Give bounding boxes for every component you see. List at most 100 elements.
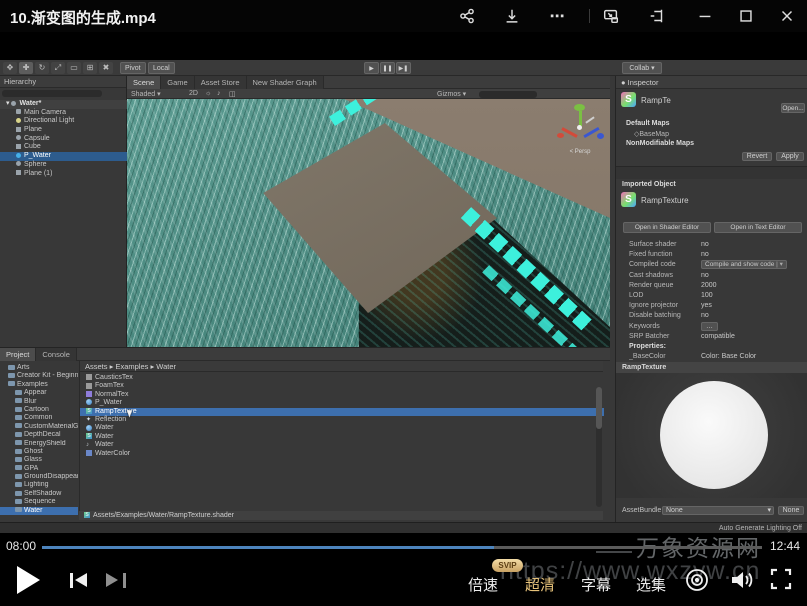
inspector-tab[interactable]: ● Inspector xyxy=(616,76,807,89)
file-item[interactable]: Water xyxy=(80,424,604,432)
bottom-tab[interactable]: Console xyxy=(36,348,77,361)
shading-dropdown[interactable]: Shaded ▾ xyxy=(131,90,161,98)
close-icon[interactable] xyxy=(776,6,798,26)
open-text-editor-button[interactable]: Open in Text Editor xyxy=(714,222,802,233)
folder-item[interactable]: Ghost xyxy=(0,448,78,456)
folder-item[interactable]: Sequence xyxy=(0,498,78,506)
speed-button[interactable]: 倍速 xyxy=(468,574,498,595)
folder-item[interactable]: Glass xyxy=(0,456,78,464)
view-tab[interactable]: Game xyxy=(161,76,194,89)
scene-search-input[interactable] xyxy=(479,91,537,98)
folder-item[interactable]: EnergyShield xyxy=(0,440,78,448)
view-tab[interactable]: Scene xyxy=(127,76,161,89)
download-icon[interactable] xyxy=(501,6,523,26)
folder-item[interactable]: Arts xyxy=(0,364,78,372)
folder-item[interactable]: Blur xyxy=(0,398,78,406)
video-area[interactable]: ✥ ✛ ↻ ⤢ ▭ ⊞ ✖ Pivot Local ▶ ❚❚ ▶❚ Collab… xyxy=(0,60,807,533)
scene-viewport[interactable]: < Persp xyxy=(127,99,610,347)
base-map-row[interactable]: ◇BaseMap xyxy=(634,130,669,138)
folder-item[interactable]: Lighting xyxy=(0,481,78,489)
scene-root-row[interactable]: ▾ Water* xyxy=(0,100,127,109)
hierarchy-tab[interactable]: Hierarchy xyxy=(0,76,126,88)
hierarchy-search-input[interactable] xyxy=(2,90,102,97)
transform-tool-icon[interactable]: ⊞ xyxy=(83,62,97,74)
play-button[interactable] xyxy=(17,566,40,594)
share-icon[interactable] xyxy=(456,6,478,26)
custom-tool-icon[interactable]: ✖ xyxy=(99,62,113,74)
rect-tool-icon[interactable]: ▭ xyxy=(67,62,81,74)
file-item[interactable]: Reflection xyxy=(80,416,604,424)
mini-window-icon[interactable] xyxy=(600,6,622,26)
next-button[interactable] xyxy=(104,573,126,589)
folder-item[interactable]: Cartoon xyxy=(0,406,78,414)
file-item[interactable]: Water xyxy=(80,441,604,449)
unity-step-button[interactable]: ▶❚ xyxy=(396,62,411,74)
file-item[interactable]: P_Water xyxy=(80,399,604,407)
preview-header[interactable]: RampTexture xyxy=(616,362,807,373)
unity-play-button[interactable]: ▶ xyxy=(364,62,379,74)
collab-button[interactable]: Collab ▾ xyxy=(622,62,662,74)
open-button[interactable]: Open... xyxy=(781,103,805,113)
orientation-gizmo[interactable]: < Persp xyxy=(552,101,608,159)
hierarchy-item[interactable]: Plane (1) xyxy=(0,170,127,179)
scale-tool-icon[interactable]: ⤢ xyxy=(51,62,65,74)
folder-item[interactable]: Creator Kit - Beginner xyxy=(0,372,78,380)
folder-item[interactable]: GPA xyxy=(0,465,78,473)
episodes-button[interactable]: 选集 xyxy=(636,574,666,595)
hierarchy-item[interactable]: Directional Light xyxy=(0,117,127,126)
gizmos-dropdown[interactable]: Gizmos ▾ xyxy=(437,90,466,98)
subtitle-button[interactable]: 字幕 xyxy=(581,574,611,595)
quality-button[interactable]: 超清 xyxy=(525,574,555,595)
previous-button[interactable] xyxy=(70,573,92,589)
rotate-tool-icon[interactable]: ↻ xyxy=(35,62,49,74)
folder-item[interactable]: SelfShadow xyxy=(0,490,78,498)
perspective-label[interactable]: < Persp xyxy=(552,149,608,155)
folder-item[interactable]: GroundDisappear xyxy=(0,473,78,481)
maximize-icon[interactable] xyxy=(735,6,757,26)
hierarchy-item[interactable]: Cube xyxy=(0,143,127,152)
file-item[interactable]: RampTexture xyxy=(80,408,604,416)
file-item[interactable]: WaterColor xyxy=(80,450,604,458)
folder-item[interactable]: Water xyxy=(0,507,78,515)
minimize-icon[interactable] xyxy=(694,6,716,26)
hierarchy-item[interactable]: Plane xyxy=(0,126,127,135)
hierarchy-item[interactable]: Main Camera xyxy=(0,109,127,118)
audio-toggle-icon[interactable]: ♪ xyxy=(217,90,221,97)
bottom-tab[interactable]: Project xyxy=(0,348,36,361)
volume-icon[interactable] xyxy=(727,567,755,598)
file-item[interactable]: Water xyxy=(80,433,604,441)
folder-item[interactable]: DepthDecal xyxy=(0,431,78,439)
dock-side-icon[interactable] xyxy=(646,6,668,26)
move-tool-icon[interactable]: ✛ xyxy=(19,62,33,74)
hierarchy-item[interactable]: Sphere xyxy=(0,161,127,170)
effects-toggle-icon[interactable]: ◫ xyxy=(229,90,236,98)
folder-item[interactable]: Examples xyxy=(0,381,78,389)
record-icon[interactable] xyxy=(684,567,710,598)
open-shader-editor-button[interactable]: Open in Shader Editor xyxy=(623,222,711,233)
hierarchy-item[interactable]: P_Water xyxy=(0,152,127,161)
project-scrollbar-thumb[interactable] xyxy=(596,387,602,429)
file-item[interactable]: CausticsTex xyxy=(80,374,604,382)
folder-item[interactable]: Common xyxy=(0,414,78,422)
file-item[interactable]: NormalTex xyxy=(80,391,604,399)
view-tab[interactable]: Asset Store xyxy=(195,76,247,89)
hierarchy-item[interactable]: Capsule xyxy=(0,135,127,144)
assetbundle-dropdown[interactable]: None▾ xyxy=(662,506,774,515)
folder-item[interactable]: CustomMaterialGU xyxy=(0,423,78,431)
pivot-button[interactable]: Pivot xyxy=(120,62,146,74)
apply-button[interactable]: Apply xyxy=(776,152,804,161)
progress-bar[interactable] xyxy=(42,546,762,549)
fullscreen-icon[interactable] xyxy=(769,567,793,596)
revert-button[interactable]: Revert xyxy=(742,152,772,161)
hand-tool-icon[interactable]: ✥ xyxy=(3,62,17,74)
breadcrumb[interactable]: Assets ▸ Examples ▸ Water xyxy=(80,361,603,372)
more-icon[interactable]: ⋯ xyxy=(546,6,568,26)
variant-dropdown[interactable]: None xyxy=(778,506,804,515)
unity-pause-button[interactable]: ❚❚ xyxy=(380,62,395,74)
lighting-toggle-icon[interactable]: ☼ xyxy=(205,90,211,97)
view-tab[interactable]: New Shader Graph xyxy=(247,76,324,89)
local-button[interactable]: Local xyxy=(148,62,175,74)
2d-toggle[interactable]: 2D xyxy=(189,90,198,97)
file-item[interactable]: FoamTex xyxy=(80,382,604,390)
folder-item[interactable]: Appear xyxy=(0,389,78,397)
